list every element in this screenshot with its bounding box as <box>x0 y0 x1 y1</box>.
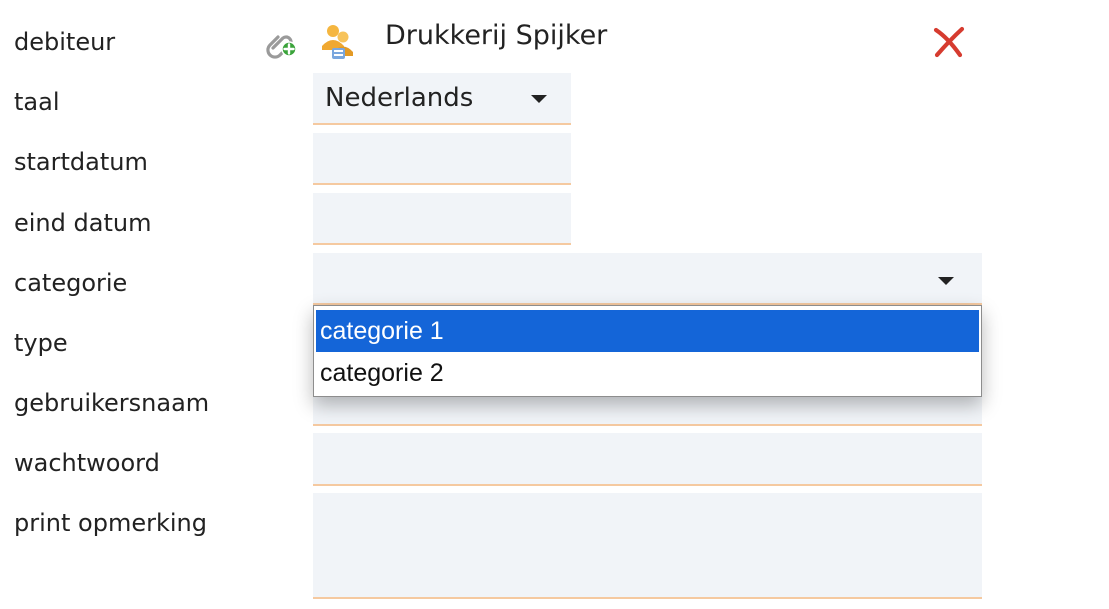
categorie-dropdown-list: categorie 1 categorie 2 <box>313 305 982 397</box>
label-print-opmerking: print opmerking <box>14 509 207 537</box>
wachtwoord-input[interactable] <box>313 433 982 486</box>
link-add-icon[interactable] <box>263 24 301 60</box>
chevron-down-icon <box>531 95 547 103</box>
remove-x-icon[interactable] <box>930 24 968 60</box>
customer-group-icon[interactable] <box>317 22 359 62</box>
print-opmerking-textarea[interactable] <box>313 493 982 599</box>
dropdown-option-categorie-1[interactable]: categorie 1 <box>316 310 979 352</box>
label-debiteur: debiteur <box>14 28 116 56</box>
categorie-select[interactable] <box>313 253 982 305</box>
label-categorie: categorie <box>14 269 128 297</box>
label-taal: taal <box>14 88 60 116</box>
customer-name-link[interactable]: Drukkerij Spijker <box>385 18 607 54</box>
label-gebruikersnaam: gebruikersnaam <box>14 389 210 417</box>
label-type: type <box>14 329 68 357</box>
eind-datum-input[interactable] <box>313 193 571 245</box>
chevron-down-icon <box>938 277 954 285</box>
taal-select[interactable]: Nederlands <box>313 73 571 125</box>
dropdown-option-categorie-2[interactable]: categorie 2 <box>316 352 979 394</box>
label-eind-datum: eind datum <box>14 209 152 237</box>
startdatum-input[interactable] <box>313 133 571 185</box>
label-startdatum: startdatum <box>14 148 148 176</box>
taal-select-value: Nederlands <box>325 83 474 113</box>
label-wachtwoord: wachtwoord <box>14 449 160 477</box>
